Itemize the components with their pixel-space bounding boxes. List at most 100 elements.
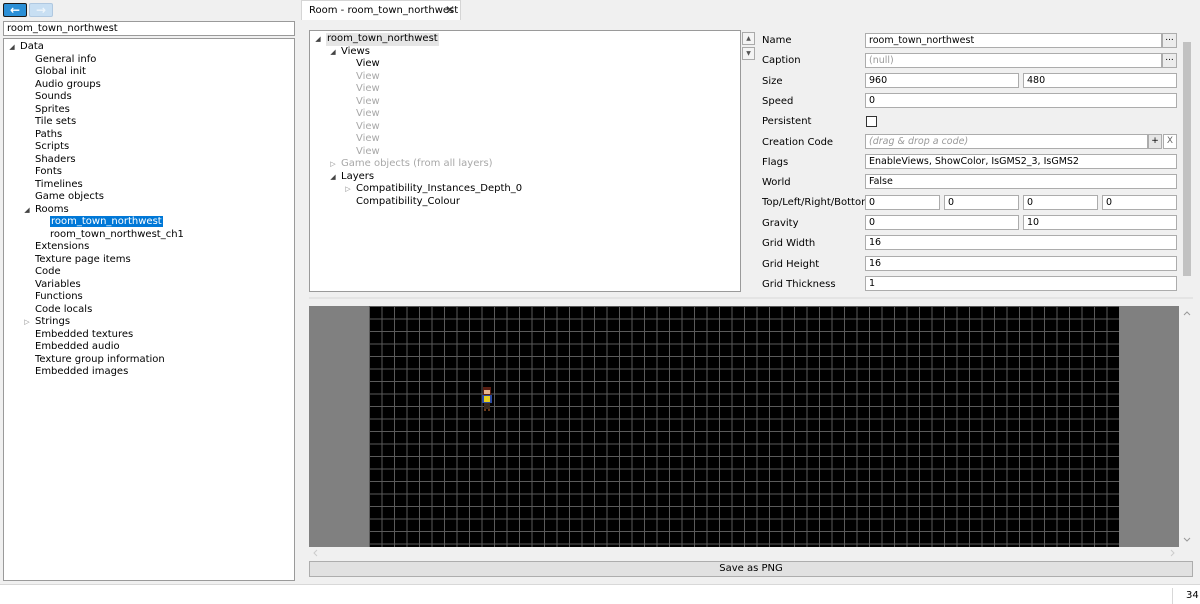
tree-item[interactable]: Embedded textures [35, 329, 133, 342]
tree-item-room[interactable]: room_town_northwest_ch1 [50, 229, 184, 242]
grid-thickness-field[interactable]: 1 [865, 276, 1177, 291]
tree-item[interactable]: Code locals [35, 304, 92, 317]
scroll-down-icon[interactable]: ▼ [742, 47, 755, 60]
properties-scrollbar[interactable] [1181, 30, 1193, 292]
add-code-button[interactable]: + [1148, 134, 1162, 149]
tree-item-layer[interactable]: Compatibility_Colour [356, 196, 460, 209]
top-field[interactable]: 0 [865, 195, 940, 210]
persistent-checkbox[interactable] [866, 116, 877, 127]
tree-item-view[interactable]: View [356, 83, 380, 96]
tree-item[interactable]: Texture page items [35, 254, 131, 267]
tree-item-room[interactable]: room_town_northwest [50, 216, 163, 229]
tree-item[interactable]: Variables [35, 279, 81, 292]
tree-item[interactable]: Audio groups [35, 79, 101, 92]
collapse-toggle-icon[interactable]: ▷ [23, 316, 31, 329]
tree-item[interactable]: Sounds [35, 91, 72, 104]
close-icon[interactable]: ✕ [445, 3, 455, 17]
scrollbar-thumb[interactable] [1183, 42, 1191, 276]
flags-field[interactable]: EnableViews, ShowColor, IsGMS2_3, IsGMS2 [865, 154, 1177, 169]
bottom-field[interactable]: 0 [1102, 195, 1177, 210]
right-field[interactable]: 0 [1023, 195, 1098, 210]
tree-item-view[interactable]: View [356, 96, 380, 109]
name-label: Name [762, 35, 792, 46]
tree-item[interactable]: Sprites [35, 104, 70, 117]
tree-item[interactable]: Global init [35, 66, 86, 79]
tree-item[interactable]: Game objects [35, 191, 104, 204]
gravity-x-field[interactable]: 0 [865, 215, 1019, 230]
scroll-up-icon[interactable]: ▲ [742, 32, 755, 45]
collapse-toggle-icon[interactable]: ▷ [329, 158, 337, 171]
tree-item[interactable]: Paths [35, 129, 62, 142]
clear-code-button[interactable]: X [1163, 134, 1177, 149]
tree-item[interactable]: Code [35, 266, 61, 279]
tree-item-view[interactable]: View [356, 71, 380, 84]
tree-item[interactable]: Timelines [35, 179, 83, 192]
pane-splitter[interactable] [309, 297, 1193, 299]
search-input[interactable]: room_town_northwest [3, 21, 295, 36]
tree-item[interactable]: Functions [35, 291, 83, 304]
expand-toggle-icon[interactable]: ◢ [314, 33, 322, 46]
expand-toggle-icon[interactable]: ◢ [23, 204, 31, 217]
tree-item[interactable]: Embedded images [35, 366, 128, 379]
width-field[interactable]: 960 [865, 73, 1019, 88]
tree-item-view[interactable]: View [356, 121, 380, 134]
gravity-label: Gravity [762, 218, 799, 229]
caption-field[interactable]: (null) [865, 53, 1162, 68]
back-button[interactable]: ← [3, 3, 27, 17]
tree-item-view[interactable]: View [356, 58, 380, 71]
tree-item[interactable]: Fonts [35, 166, 62, 179]
room-grid-canvas[interactable] [369, 306, 1119, 547]
grid-width-label: Grid Width [762, 238, 816, 249]
grid-height-field[interactable]: 16 [865, 256, 1177, 271]
tree-item[interactable]: Embedded audio [35, 341, 120, 354]
height-field[interactable]: 480 [1023, 73, 1177, 88]
collapse-toggle-icon[interactable]: ▷ [344, 183, 352, 196]
save-as-png-button[interactable]: Save as PNG [309, 561, 1193, 577]
persistent-label: Persistent [762, 116, 812, 127]
tree-item[interactable]: General info [35, 54, 96, 67]
tree-item-view[interactable]: View [356, 108, 380, 121]
tree-item-view[interactable]: View [356, 146, 380, 159]
room-preview[interactable] [309, 306, 1179, 547]
scroll-arrows-icon [1183, 311, 1191, 542]
tree-item[interactable]: Shaders [35, 154, 76, 167]
tree-node-rooms[interactable]: Rooms [35, 204, 69, 217]
player-sprite[interactable] [481, 386, 493, 412]
tree-node-views[interactable]: Views [341, 46, 370, 59]
expand-toggle-icon[interactable]: ◢ [329, 46, 337, 59]
arrow-left-icon: ← [9, 3, 21, 17]
tab-room[interactable]: Room - room_town_northwest ✕ [301, 0, 461, 20]
grid-height-label: Grid Height [762, 259, 820, 270]
creation-code-field[interactable]: (drag & drop a code) [865, 134, 1148, 149]
expand-toggle-icon[interactable]: ◢ [329, 171, 337, 184]
tree-node-layers[interactable]: Layers [341, 171, 374, 184]
forward-button[interactable]: → [29, 3, 53, 17]
name-field[interactable]: room_town_northwest [865, 33, 1162, 48]
left-field[interactable]: 0 [944, 195, 1019, 210]
tree-node-game-objects[interactable]: Game objects (from all layers) [341, 158, 493, 171]
name-browse-button[interactable]: ... [1162, 33, 1177, 48]
tree-node-data[interactable]: Data [20, 41, 44, 54]
tree-node-strings[interactable]: Strings [35, 316, 70, 329]
speed-label: Speed [762, 96, 794, 107]
tree-item[interactable]: Tile sets [35, 116, 76, 129]
tree-item[interactable]: Texture group information [35, 354, 165, 367]
grid-width-field[interactable]: 16 [865, 235, 1177, 250]
caption-browse-button[interactable]: ... [1162, 53, 1177, 68]
tree-item[interactable]: Extensions [35, 241, 89, 254]
status-number: 34 [1172, 588, 1199, 604]
creation-code-label: Creation Code [762, 137, 834, 148]
room-tree-root[interactable]: room_town_northwest [326, 33, 439, 46]
gravity-y-field[interactable]: 10 [1023, 215, 1177, 230]
preview-vertical-scrollbar[interactable] [1181, 306, 1193, 547]
tree-item-view[interactable]: View [356, 133, 380, 146]
world-field[interactable]: False [865, 174, 1177, 189]
tree-item[interactable]: Scripts [35, 141, 69, 154]
speed-field[interactable]: 0 [865, 93, 1177, 108]
tree-item-layer[interactable]: Compatibility_Instances_Depth_0 [356, 183, 522, 196]
preview-horizontal-scrollbar[interactable] [309, 547, 1179, 559]
selected-room-label: room_town_northwest [50, 216, 163, 227]
flags-label: Flags [762, 157, 789, 168]
expand-toggle-icon[interactable]: ◢ [8, 41, 16, 54]
data-tree-panel: ◢ Data General info Global init Audio gr… [3, 38, 295, 581]
